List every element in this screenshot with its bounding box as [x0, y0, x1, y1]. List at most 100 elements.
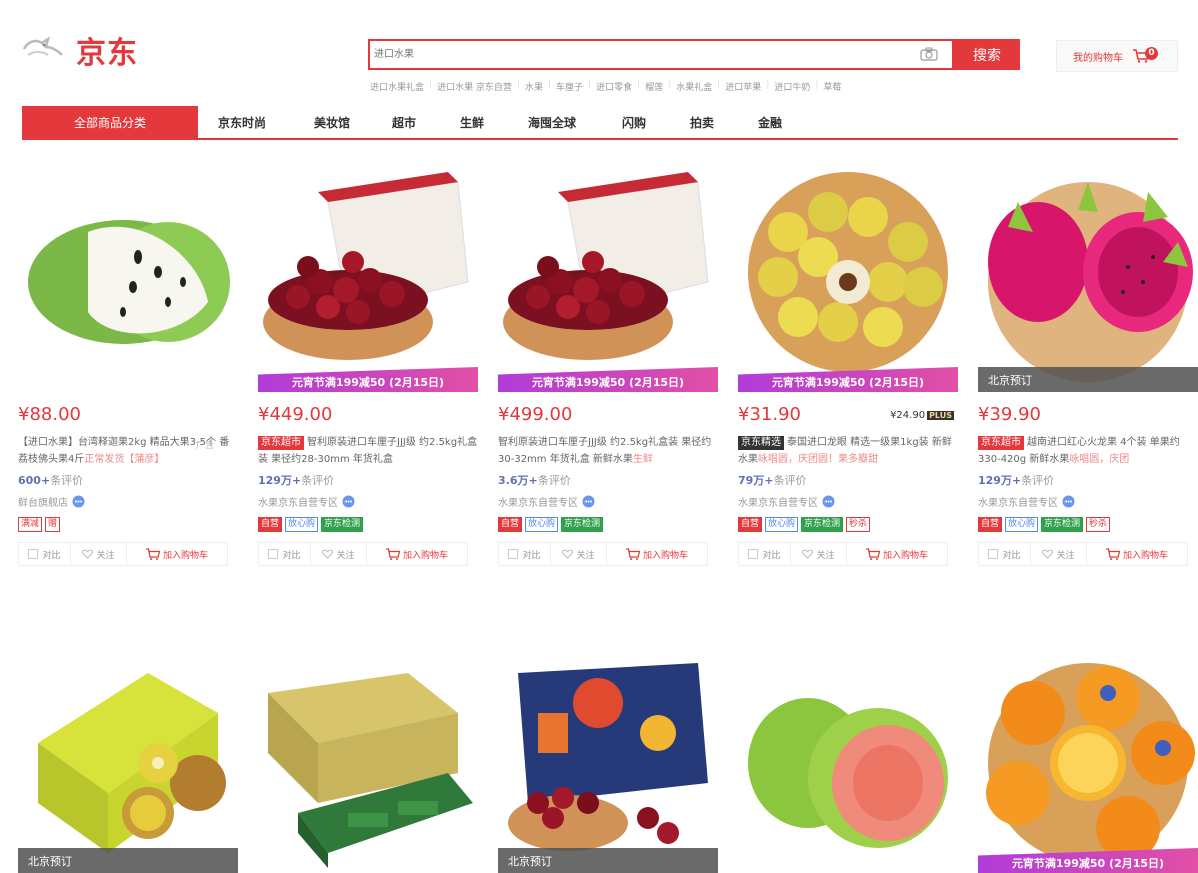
- shop-name[interactable]: 水果京东自营专区: [258, 494, 494, 509]
- product-image[interactable]: 北京预订: [978, 172, 1198, 392]
- all-categories-button[interactable]: 全部商品分类: [22, 106, 198, 138]
- chat-icon[interactable]: [72, 495, 85, 508]
- preorder-banner[interactable]: 北京预订: [18, 848, 238, 873]
- product-image[interactable]: [738, 653, 958, 873]
- product-image[interactable]: 元宵节满199减50 (2月15日): [738, 172, 958, 392]
- service-badges: 自营 放心购 京东检测: [498, 517, 734, 532]
- plus-price: ¥24.90 PLUS: [890, 410, 954, 421]
- hot-search-words: 进口水果礼盒 | 进口水果 京东自营 | 水果 | 车厘子 | 进口零食 | 榴莲 | 水果…: [370, 80, 846, 93]
- product-card[interactable]: 元宵节满199减50 (2月15日): [978, 653, 1198, 873]
- chat-icon[interactable]: [1062, 495, 1075, 508]
- hotword-link[interactable]: 进口水果礼盒: [370, 80, 429, 93]
- hotword-link[interactable]: 进口苹果: [720, 80, 766, 93]
- product-title[interactable]: 京东超市 越南进口红心火龙果 4个装 单果约330-420g 新鲜水果咏唱圆，庆团: [978, 434, 1198, 468]
- add-to-cart-button[interactable]: 加入购物车: [127, 543, 227, 565]
- product-image[interactable]: 元宵节满199减50 (2月15日): [498, 172, 718, 392]
- preorder-banner[interactable]: 北京预订: [978, 367, 1198, 392]
- camera-icon[interactable]: [920, 47, 938, 61]
- chat-icon[interactable]: [822, 495, 835, 508]
- nav-item-finance[interactable]: 金融: [758, 114, 782, 131]
- dragon-fruit-icon: [988, 182, 1193, 382]
- add-to-cart-button[interactable]: 加入购物车: [847, 543, 947, 565]
- add-to-cart-button[interactable]: 加入购物车: [607, 543, 707, 565]
- hotword-link[interactable]: 进口零食: [591, 80, 637, 93]
- product-price: ¥88.00: [18, 404, 81, 425]
- cart-add-icon: [145, 548, 160, 560]
- compare-button[interactable]: 对比: [979, 543, 1031, 565]
- compare-button[interactable]: 对比: [259, 543, 311, 565]
- product-title[interactable]: 京东超市 智利原装进口车厘子JJJ级 约2.5kg礼盒装 果径约28-30mm 年…: [258, 434, 478, 468]
- nav-item-fashion[interactable]: 京东时尚: [218, 114, 266, 131]
- shop-name[interactable]: 水果京东自营专区: [978, 494, 1198, 509]
- hotword-link[interactable]: 榴莲: [640, 80, 668, 93]
- cart-add-icon: [625, 548, 640, 560]
- nav-item-flash-sale[interactable]: 闪购: [622, 114, 646, 131]
- preorder-banner[interactable]: 北京预订: [498, 848, 718, 873]
- nav-item-fresh[interactable]: 生鲜: [460, 114, 484, 131]
- plus-badge: PLUS: [927, 411, 954, 420]
- product-image[interactable]: 元宵节满199减50 (2月15日): [978, 653, 1198, 873]
- product-title[interactable]: 智利原装进口车厘子JJJ级 约2.5kg礼盒装 果径约30-32mm 年货礼盒 …: [498, 434, 718, 468]
- jd-logo[interactable]: 京东: [18, 26, 138, 74]
- product-image[interactable]: [258, 653, 478, 873]
- search-button[interactable]: 搜索: [954, 39, 1020, 70]
- follow-button[interactable]: 关注: [551, 543, 607, 565]
- nav-item-auction[interactable]: 拍卖: [690, 114, 714, 131]
- product-card[interactable]: 元宵节满199减50 (2月15日) ¥31.90 ¥24.90 PLUS 京东精…: [738, 172, 974, 566]
- nav-item-global[interactable]: 海囤全球: [528, 114, 576, 131]
- search-input[interactable]: [370, 41, 890, 68]
- comment-count[interactable]: 79万+条评价: [738, 472, 974, 488]
- shop-name[interactable]: 鲜台旗舰店: [18, 494, 254, 509]
- cherries-festival-box-icon: [508, 663, 708, 851]
- product-card[interactable]: 北京预订 ¥39.90 京东超市 越南进口红心火龙果 4个装 单果约330-420…: [978, 172, 1198, 566]
- product-card[interactable]: 元宵节满199减50 (2月15日) ¥499.00 智利原装进口车厘子JJJ级…: [498, 172, 734, 566]
- product-title[interactable]: 京东精选 泰国进口龙眼 精选一级果1kg装 新鲜水果咏唱圆，庆团圆！果多瓣甜: [738, 434, 958, 468]
- hotword-link[interactable]: 水果: [520, 80, 548, 93]
- product-card[interactable]: 北京预订: [498, 653, 734, 873]
- comment-count[interactable]: 129万+条评价: [258, 472, 494, 488]
- jd-supermarket-tag: 京东超市: [258, 436, 304, 450]
- compare-button[interactable]: 对比: [19, 543, 71, 565]
- product-image[interactable]: 北京预订: [18, 653, 238, 873]
- follow-button[interactable]: 关注: [311, 543, 367, 565]
- product-card[interactable]: 元宵节满199减50 (2月15日) ¥449.00 京东超市 智利原装进口车厘子…: [258, 172, 494, 566]
- badge: 放心购: [285, 517, 319, 532]
- guava-icon: [748, 698, 948, 848]
- product-card[interactable]: 北京预订: [18, 653, 254, 873]
- comment-count[interactable]: 3.6万+条评价: [498, 472, 734, 488]
- shop-name[interactable]: 水果京东自营专区: [498, 494, 734, 509]
- hotword-link[interactable]: 车厘子: [551, 80, 588, 93]
- compare-button[interactable]: 对比: [499, 543, 551, 565]
- comment-count[interactable]: 129万+条评价: [978, 472, 1198, 488]
- add-to-cart-button[interactable]: 加入购物车: [1087, 543, 1187, 565]
- cart-add-icon: [1105, 548, 1120, 560]
- hotword-link[interactable]: 草莓: [818, 80, 846, 93]
- product-image[interactable]: 元宵节满199减50 (2月15日): [258, 172, 478, 392]
- product-image[interactable]: 北京预订: [498, 653, 718, 873]
- nav-item-supermarket[interactable]: 超市: [392, 114, 416, 131]
- soursop-icon: [28, 220, 230, 344]
- cart-label: 我的购物车: [1073, 52, 1123, 64]
- follow-button[interactable]: 关注: [1031, 543, 1087, 565]
- nav-item-beauty[interactable]: 美妆馆: [314, 114, 350, 131]
- product-price: ¥449.00: [258, 404, 333, 425]
- product-image[interactable]: [18, 172, 238, 392]
- follow-button[interactable]: 关注: [791, 543, 847, 565]
- my-cart-button[interactable]: 我的购物车 0: [1056, 40, 1178, 72]
- shop-name[interactable]: 水果京东自营专区: [738, 494, 974, 509]
- follow-button[interactable]: 关注: [71, 543, 127, 565]
- comment-count[interactable]: 600+条评价: [18, 472, 254, 488]
- chat-icon[interactable]: [342, 495, 355, 508]
- badge: 赠: [45, 517, 61, 532]
- product-card[interactable]: [258, 653, 494, 873]
- product-card[interactable]: [738, 653, 974, 873]
- compare-button[interactable]: 对比: [739, 543, 791, 565]
- add-to-cart-button[interactable]: 加入购物车: [367, 543, 467, 565]
- product-actions: 对比 关注 加入购物车: [18, 542, 228, 566]
- chat-icon[interactable]: [582, 495, 595, 508]
- hotword-link[interactable]: 进口水果 京东自营: [432, 80, 517, 93]
- hotword-link[interactable]: 进口牛奶: [769, 80, 815, 93]
- heart-icon: [82, 549, 94, 559]
- hotword-link[interactable]: 水果礼盒: [671, 80, 717, 93]
- product-card[interactable]: ¥88.00 【进口水果】台湾释迦果2kg 精品大果3-5个 番荔枝佛头果4斤正…: [18, 172, 254, 566]
